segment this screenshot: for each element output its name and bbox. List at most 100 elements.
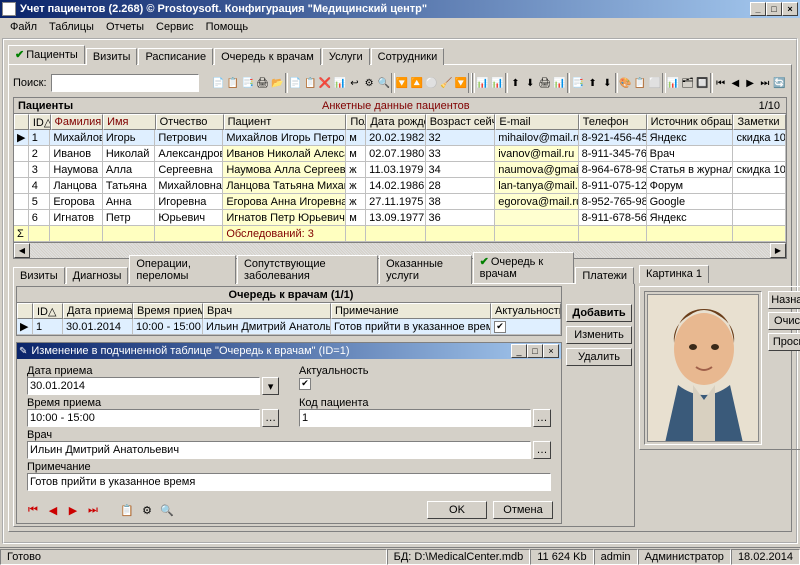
subcol-5[interactable]: Примечание xyxy=(331,303,491,319)
dialog-maximize[interactable]: □ xyxy=(527,344,543,358)
col-9[interactable]: E-mail xyxy=(495,114,578,130)
toolbar-btn-38[interactable]: 🗂 xyxy=(680,73,695,93)
subtab-Очередь к врачам[interactable]: ✔Очередь к врачам xyxy=(473,252,575,283)
menu-Таблицы[interactable]: Таблицы xyxy=(43,20,100,34)
menu-Помощь[interactable]: Помощь xyxy=(200,20,255,34)
col-10[interactable]: Телефон xyxy=(579,114,647,130)
dialog-close[interactable]: × xyxy=(543,344,559,358)
toolbar-btn-35[interactable]: ⬜ xyxy=(648,73,663,93)
toolbar-btn-11[interactable]: ⚙ xyxy=(362,73,377,93)
toolbar-btn-34[interactable]: 📋 xyxy=(633,73,648,93)
toolbar-btn-17[interactable]: 🧹 xyxy=(439,73,454,93)
toolbar-btn-24[interactable]: ⬆ xyxy=(508,73,523,93)
toolbar-btn-43[interactable]: ▶ xyxy=(743,73,758,93)
toolbar-btn-30[interactable]: ⬆ xyxy=(585,73,600,93)
toolbar-btn-7[interactable]: 📋 xyxy=(303,73,318,93)
col-0[interactable] xyxy=(14,114,29,130)
table-row[interactable]: 5ЕгороваАннаИгоревнаЕгорова Анна Игоревн… xyxy=(14,194,786,210)
col-2[interactable]: Фамилия xyxy=(51,114,104,130)
toolbar-btn-3[interactable]: 🖨 xyxy=(255,73,270,93)
col-5[interactable]: Пациент xyxy=(224,114,347,130)
subcol-4[interactable]: Врач xyxy=(203,303,331,319)
search-input[interactable] xyxy=(51,74,199,92)
toolbar-btn-12[interactable]: 🔍 xyxy=(377,73,392,93)
scroll-left-icon[interactable]: ◀ xyxy=(14,243,30,258)
tab-Расписание[interactable]: Расписание xyxy=(138,48,213,65)
nav-first-icon[interactable]: ⏮ xyxy=(25,502,41,518)
dialog-minimize[interactable]: _ xyxy=(511,344,527,358)
toolbar-btn-1[interactable]: 📋 xyxy=(226,73,241,93)
toolbar-btn-37[interactable]: 📊 xyxy=(666,73,681,93)
add-button[interactable]: Добавить xyxy=(566,304,632,322)
col-6[interactable]: Пол xyxy=(346,114,366,130)
toolbar-btn-15[interactable]: 🔼 xyxy=(409,73,424,93)
code-picker-icon[interactable]: … xyxy=(533,409,551,427)
table-row[interactable]: 2ИвановНиколайАлександровичИванов Никола… xyxy=(14,146,786,162)
time-input[interactable] xyxy=(27,409,260,427)
picture-tab[interactable]: Картинка 1 xyxy=(639,265,709,283)
nav-next-icon[interactable]: ▶ xyxy=(65,502,81,518)
doctor-picker-icon[interactable]: … xyxy=(533,441,551,459)
table-row[interactable]: 4ЛанцоваТатьянаМихайловнаЛанцова Татьяна… xyxy=(14,178,786,194)
subcol-0[interactable] xyxy=(17,303,33,319)
toolbar-btn-45[interactable]: 🔄 xyxy=(772,73,787,93)
subcol-2[interactable]: Дата приема xyxy=(63,303,133,319)
menu-Отчеты[interactable]: Отчеты xyxy=(100,20,150,34)
subtab-Сопутствующие заболевания[interactable]: Сопутствующие заболевания xyxy=(237,255,378,284)
toolbar-btn-2[interactable]: 📑 xyxy=(240,73,255,93)
toolbar-btn-6[interactable]: 📄 xyxy=(288,73,303,93)
doctor-input[interactable] xyxy=(27,441,531,459)
table-row[interactable]: 6ИгнатовПетрЮрьевичИгнатов Петр Юрьевичм… xyxy=(14,210,786,226)
note-input[interactable] xyxy=(27,473,551,491)
tab-Услуги[interactable]: Услуги xyxy=(322,48,370,65)
assign-button[interactable]: Назначить xyxy=(768,291,800,309)
subcol-1[interactable]: ID△ xyxy=(33,303,63,319)
col-3[interactable]: Имя xyxy=(103,114,156,130)
clear-button[interactable]: Очистить xyxy=(768,312,800,330)
queue-row[interactable]: ▶130.01.201410:00 - 15:00Ильин Дмитрий А… xyxy=(17,319,561,335)
toolbar-btn-16[interactable]: ⚪ xyxy=(424,73,439,93)
toolbar-btn-9[interactable]: 📊 xyxy=(332,73,347,93)
date-dropdown-icon[interactable]: ▾ xyxy=(262,377,279,395)
edit-button[interactable]: Изменить xyxy=(566,326,632,344)
toolbar-btn-14[interactable]: 🔽 xyxy=(395,73,410,93)
toolbar-btn-39[interactable]: 🔲 xyxy=(695,73,710,93)
toolbar-btn-22[interactable]: 📊 xyxy=(490,73,505,93)
tab-Визиты[interactable]: Визиты xyxy=(86,48,138,65)
table-row[interactable]: ▶1МихайловИгорьПетровичМихайлов Игорь Пе… xyxy=(14,130,786,146)
tab-Сотрудники[interactable]: Сотрудники xyxy=(371,48,445,65)
table-row[interactable]: 3НаумоваАллаСергеевнаНаумова Алла Сергее… xyxy=(14,162,786,178)
toolbar-btn-18[interactable]: 🔽 xyxy=(454,73,469,93)
nav-tool3-icon[interactable]: 🔍 xyxy=(159,502,175,518)
actual-checkbox[interactable]: ✔ xyxy=(299,378,311,390)
col-8[interactable]: Возраст сейчас xyxy=(426,114,496,130)
toolbar-btn-25[interactable]: ⬇ xyxy=(523,73,538,93)
toolbar-btn-8[interactable]: ❌ xyxy=(318,73,333,93)
col-11[interactable]: Источник обращения xyxy=(647,114,734,130)
subtab-Оказанные услуги[interactable]: Оказанные услуги xyxy=(379,255,471,284)
col-7[interactable]: Дата рождения xyxy=(366,114,425,130)
toolbar-btn-0[interactable]: 📄 xyxy=(211,73,226,93)
nav-prev-icon[interactable]: ◀ xyxy=(45,502,61,518)
col-12[interactable]: Заметки xyxy=(733,114,786,130)
view-button[interactable]: Просмотр xyxy=(768,333,800,351)
toolbar-btn-33[interactable]: 🎨 xyxy=(618,73,633,93)
subtab-Визиты[interactable]: Визиты xyxy=(13,267,65,284)
toolbar-btn-42[interactable]: ◀ xyxy=(728,73,743,93)
toolbar-btn-21[interactable]: 📊 xyxy=(475,73,490,93)
menu-Файл[interactable]: Файл xyxy=(4,20,43,34)
subtab-Диагнозы[interactable]: Диагнозы xyxy=(66,267,129,284)
toolbar-btn-26[interactable]: 🖨 xyxy=(538,73,553,93)
tab-Очередь к врачам[interactable]: Очередь к врачам xyxy=(214,48,321,65)
toolbar-btn-10[interactable]: ↩ xyxy=(347,73,362,93)
nav-last-icon[interactable]: ⏭ xyxy=(85,502,101,518)
subcol-6[interactable]: Актуальность xyxy=(491,303,561,319)
col-4[interactable]: Отчество xyxy=(156,114,224,130)
toolbar-btn-41[interactable]: ⏮ xyxy=(713,73,728,93)
nav-tool1-icon[interactable]: 📋 xyxy=(119,502,135,518)
nav-tool2-icon[interactable]: ⚙ xyxy=(139,502,155,518)
menu-Сервис[interactable]: Сервис xyxy=(150,20,200,34)
subtab-Платежи[interactable]: Платежи xyxy=(575,267,634,284)
subcol-3[interactable]: Время приема xyxy=(133,303,203,319)
close-button[interactable]: × xyxy=(782,2,798,16)
